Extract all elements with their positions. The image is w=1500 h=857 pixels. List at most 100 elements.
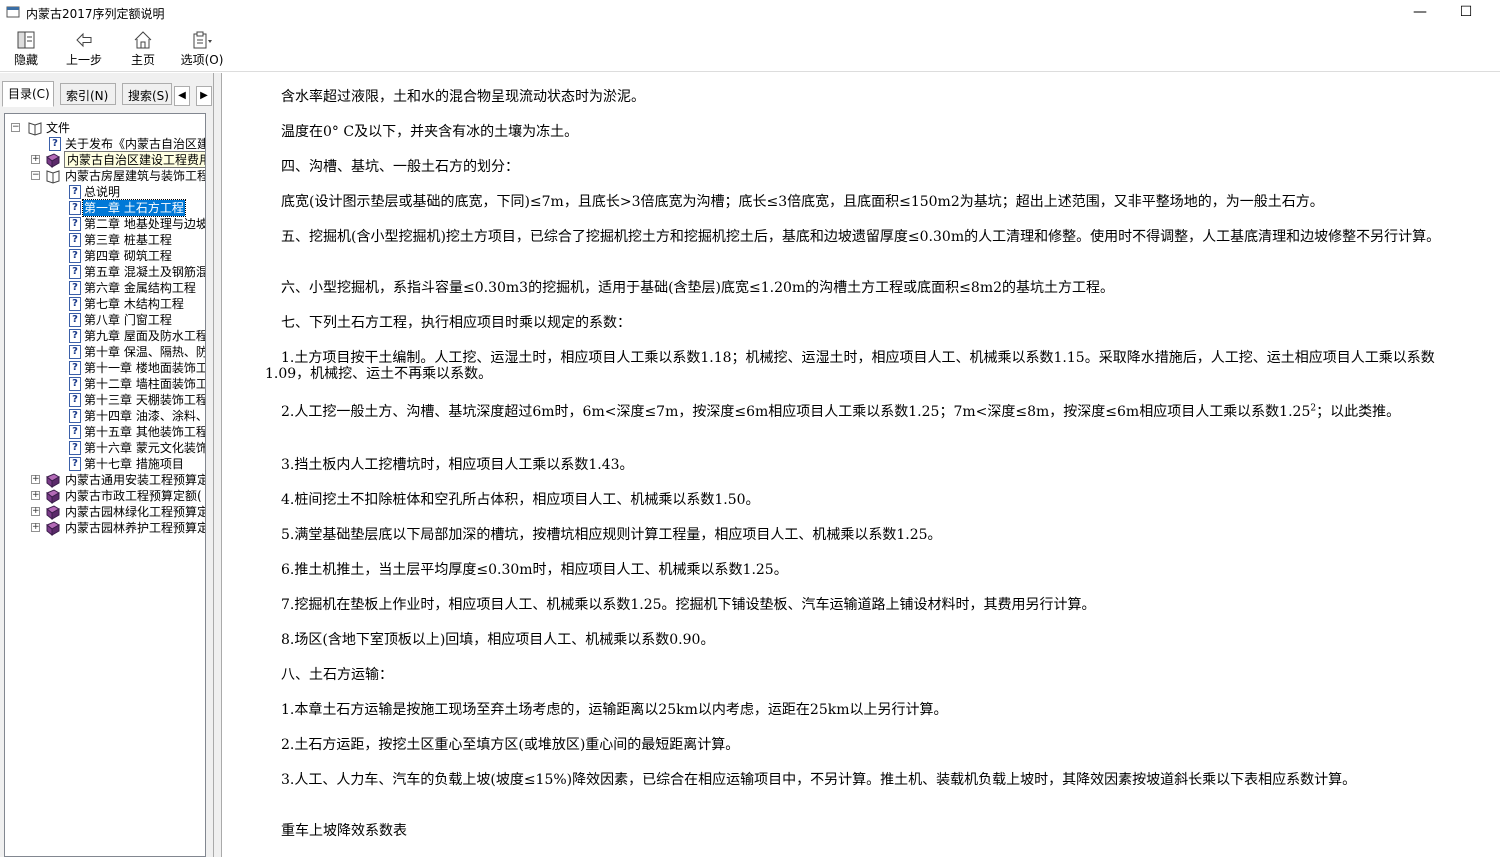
help-topic-icon: ? bbox=[69, 185, 81, 199]
content-paragraph: 底宽(设计图示垫层或基础的底宽，下同)≤7m，且底长>3倍底宽为沟槽；底长≤3倍… bbox=[281, 194, 1324, 210]
expand-icon[interactable]: + bbox=[31, 491, 40, 500]
tree-node-label-selected: 第一章 土石方工程 bbox=[82, 199, 186, 217]
content-paragraph: 温度在0° C及以下，并夹含有冰的土壤为冻土。 bbox=[281, 124, 579, 140]
help-topic-icon: ? bbox=[69, 393, 81, 407]
content-paragraph: 6.推土机推土，当土层平均厚度≤0.30m时，相应项目人工、机械乘以系数1.25… bbox=[281, 562, 788, 578]
tree-node-item[interactable]: ? 第十一章 楼地面装饰工 bbox=[5, 360, 205, 376]
expand-icon[interactable]: + bbox=[31, 155, 40, 164]
help-topic-icon: ? bbox=[69, 329, 81, 343]
minimize-button[interactable]: — bbox=[1397, 0, 1443, 26]
tree-node-item[interactable]: ? 第十六章 蒙元文化装饰 bbox=[5, 440, 206, 456]
help-topic-icon: ? bbox=[49, 137, 61, 151]
help-topic-icon: ? bbox=[69, 297, 81, 311]
content-paragraph: 4.桩间挖土不扣除桩体和空孔所占体积，相应项目人工、机械乘以系数1.50。 bbox=[281, 492, 760, 508]
content-paragraph: 8.场区(含地下室顶板以上)回填，相应项目人工、机械乘以系数0.90。 bbox=[281, 632, 715, 648]
help-topic-icon: ? bbox=[69, 249, 81, 263]
content-paragraph: 五、挖掘机(含小型挖掘机)挖土方项目，已综合了挖掘机挖土方和挖掘机挖土后，基底和… bbox=[281, 229, 1441, 245]
tree-node-label: 第六章 金属结构工程 bbox=[84, 281, 196, 295]
tree-node-item[interactable]: ? 第十章 保温、隔热、防 bbox=[5, 344, 206, 360]
tree-node-label: 内蒙古市政工程预算定额( bbox=[65, 489, 202, 503]
maximize-button[interactable]: ☐ bbox=[1443, 0, 1489, 26]
tree-node-item[interactable]: ? 第十四章 油漆、涂料、 bbox=[5, 408, 206, 424]
expand-icon[interactable]: + bbox=[31, 523, 40, 532]
content-paragraph: 含水率超过液限，土和水的混合物呈现流动状态时为淤泥。 bbox=[281, 89, 645, 105]
tree-node-label: 内蒙古园林绿化工程预算定 bbox=[65, 505, 206, 519]
tree-node-item[interactable]: ? 第五章 混凝土及钢筋混 bbox=[5, 264, 206, 280]
tab-index[interactable]: 索引(N) bbox=[60, 83, 116, 105]
tab-scroll-left-button[interactable]: ◀ bbox=[174, 86, 190, 106]
open-book-icon bbox=[28, 122, 42, 136]
tree-node-item[interactable]: ? 第十二章 墙柱面装饰工 bbox=[5, 376, 206, 392]
content-text: ；以此类推。 bbox=[1316, 404, 1401, 420]
home-button[interactable]: 主页 bbox=[126, 28, 160, 70]
closed-book-icon bbox=[46, 473, 60, 488]
tree-node-book[interactable]: + 内蒙古自治区建设工程费用定额 bbox=[5, 151, 205, 168]
help-topic-icon: ? bbox=[69, 457, 81, 471]
tree-node-label: 第十四章 油漆、涂料、 bbox=[84, 409, 206, 423]
hide-icon bbox=[17, 31, 35, 49]
content-paragraph: 六、小型挖掘机，系指斗容量≤0.30m3的挖掘机，适用于基础(含垫层)底宽≤1.… bbox=[281, 280, 1115, 296]
expand-icon[interactable]: + bbox=[31, 475, 40, 484]
back-button[interactable]: 上一步 bbox=[62, 28, 106, 70]
tree-node-item[interactable]: ? 第一章 土石方工程 bbox=[5, 199, 205, 217]
hide-label: 隐藏 bbox=[13, 53, 38, 67]
tree-node-item[interactable]: ? 第十五章 其他装饰工程 bbox=[5, 424, 205, 440]
help-topic-icon: ? bbox=[69, 361, 81, 375]
tree-node-item[interactable]: ? 总说明 bbox=[5, 184, 205, 200]
tree-node-book[interactable]: − 内蒙古房屋建筑与装饰工程 bbox=[5, 168, 206, 184]
content-paragraph: 3.挡土板内人工挖槽坑时，相应项目人工乘以系数1.43。 bbox=[281, 457, 634, 473]
help-topic-icon: ? bbox=[69, 377, 81, 391]
tree-node-item[interactable]: ? 第六章 金属结构工程 bbox=[5, 280, 205, 296]
window-title: 内蒙古2017序列定额说明 bbox=[26, 7, 165, 21]
tab-contents[interactable]: 目录(C) bbox=[2, 81, 54, 107]
tree-node-item[interactable]: ? 第十七章 措施项目 bbox=[5, 456, 205, 472]
tree-node-item[interactable]: ? 第十三章 天棚装饰工程 bbox=[5, 392, 206, 408]
content-text: 2.人工挖一般土方、沟槽、基坑深度超过6m时，6m<深度≤7m，按深度≤6m相应… bbox=[281, 404, 1311, 420]
content-paragraph: 2.人工挖一般土方、沟槽、基坑深度超过6m时，6m<深度≤7m，按深度≤6m相应… bbox=[265, 404, 1469, 420]
tree-node-item[interactable]: ? 第八章 门窗工程 bbox=[5, 312, 205, 328]
tree-node-book[interactable]: + 内蒙古园林绿化工程预算定 bbox=[5, 504, 206, 520]
tree-node-item[interactable]: ? 第四章 砌筑工程 bbox=[5, 248, 205, 264]
tree-node-label: 第九章 屋面及防水工程 bbox=[84, 329, 206, 343]
tree-node-label: 内蒙古园林养护工程预算定 bbox=[65, 521, 206, 535]
closed-book-icon bbox=[46, 153, 60, 168]
content-paragraph: 3.人工、人力车、汽车的负载上坡(坡度≤15%)降效因素，已综合在相应运输项目中… bbox=[281, 772, 1357, 788]
tree-node-item[interactable]: ? 第七章 木结构工程 bbox=[5, 296, 205, 312]
tree-node-item[interactable]: ? 第九章 屋面及防水工程 bbox=[5, 328, 206, 344]
options-button[interactable]: 选项(O) bbox=[178, 28, 226, 70]
expand-icon[interactable]: + bbox=[31, 507, 40, 516]
content-heading: 七、下列土石方工程，执行相应项目时乘以规定的系数： bbox=[281, 315, 631, 331]
tree-node-item[interactable]: ? 第二章 地基处理与边坡 bbox=[5, 216, 205, 232]
tree-node-label: 总说明 bbox=[84, 185, 121, 199]
hide-button[interactable]: 隐藏 bbox=[8, 28, 44, 70]
tree-node-label: 文件 bbox=[46, 121, 71, 135]
content-paragraph: 2.土石方运距，按挖土区重心至填方区(或堆放区)重心间的最短距离计算。 bbox=[281, 737, 740, 753]
tree-node-root[interactable]: − 文件 bbox=[5, 120, 205, 136]
tab-search[interactable]: 搜索(S) bbox=[122, 83, 172, 105]
tab-scroll-right-button[interactable]: ▶ bbox=[196, 86, 212, 106]
tree-node-label: 第十三章 天棚装饰工程 bbox=[84, 393, 206, 407]
tree-node-label: 第十二章 墙柱面装饰工 bbox=[84, 377, 206, 391]
content-heading: 四、沟槽、基坑、一般土石方的划分： bbox=[281, 159, 519, 175]
tree-node-book[interactable]: + 内蒙古园林养护工程预算定 bbox=[5, 520, 206, 536]
tree-node-item[interactable]: ? 关于发布《内蒙古自治区建 bbox=[5, 136, 205, 152]
collapse-icon[interactable]: − bbox=[31, 171, 40, 180]
nav-tabs: 目录(C) 索引(N) 搜索(S) ◀ ▶ bbox=[0, 81, 214, 107]
tree-node-label: 第五章 混凝土及钢筋混 bbox=[84, 265, 206, 279]
back-arrow-icon bbox=[76, 32, 92, 48]
help-topic-icon: ? bbox=[69, 409, 81, 423]
tree-node-item[interactable]: ? 第三章 桩基工程 bbox=[5, 232, 205, 248]
help-topic-icon: ? bbox=[69, 313, 81, 327]
tree-node-book[interactable]: + 内蒙古通用安装工程预算定 bbox=[5, 472, 205, 488]
tree-node-label: 第四章 砌筑工程 bbox=[84, 249, 172, 263]
collapse-icon[interactable]: − bbox=[11, 123, 20, 132]
navigation-pane: 目录(C) 索引(N) 搜索(S) ◀ ▶ − 文件 ? 关于发布《内蒙古自治区… bbox=[0, 73, 214, 857]
tree-node-label: 第十章 保温、隔热、防 bbox=[84, 345, 206, 359]
content-paragraph: 1.本章土石方运输是按施工现场至弃土场考虑的，运输距离以25km以内考虑，运距在… bbox=[281, 702, 948, 718]
pane-splitter[interactable] bbox=[214, 73, 222, 857]
contents-tree[interactable]: − 文件 ? 关于发布《内蒙古自治区建 + 内蒙古自治区建设工程费用定额 − bbox=[4, 113, 206, 857]
options-label: 选项(O) bbox=[180, 53, 224, 67]
tree-node-label: 内蒙古房屋建筑与装饰工程 bbox=[65, 169, 206, 183]
tree-node-book[interactable]: + 内蒙古市政工程预算定额( bbox=[5, 488, 205, 504]
tree-node-label: 第十六章 蒙元文化装饰 bbox=[84, 441, 206, 455]
